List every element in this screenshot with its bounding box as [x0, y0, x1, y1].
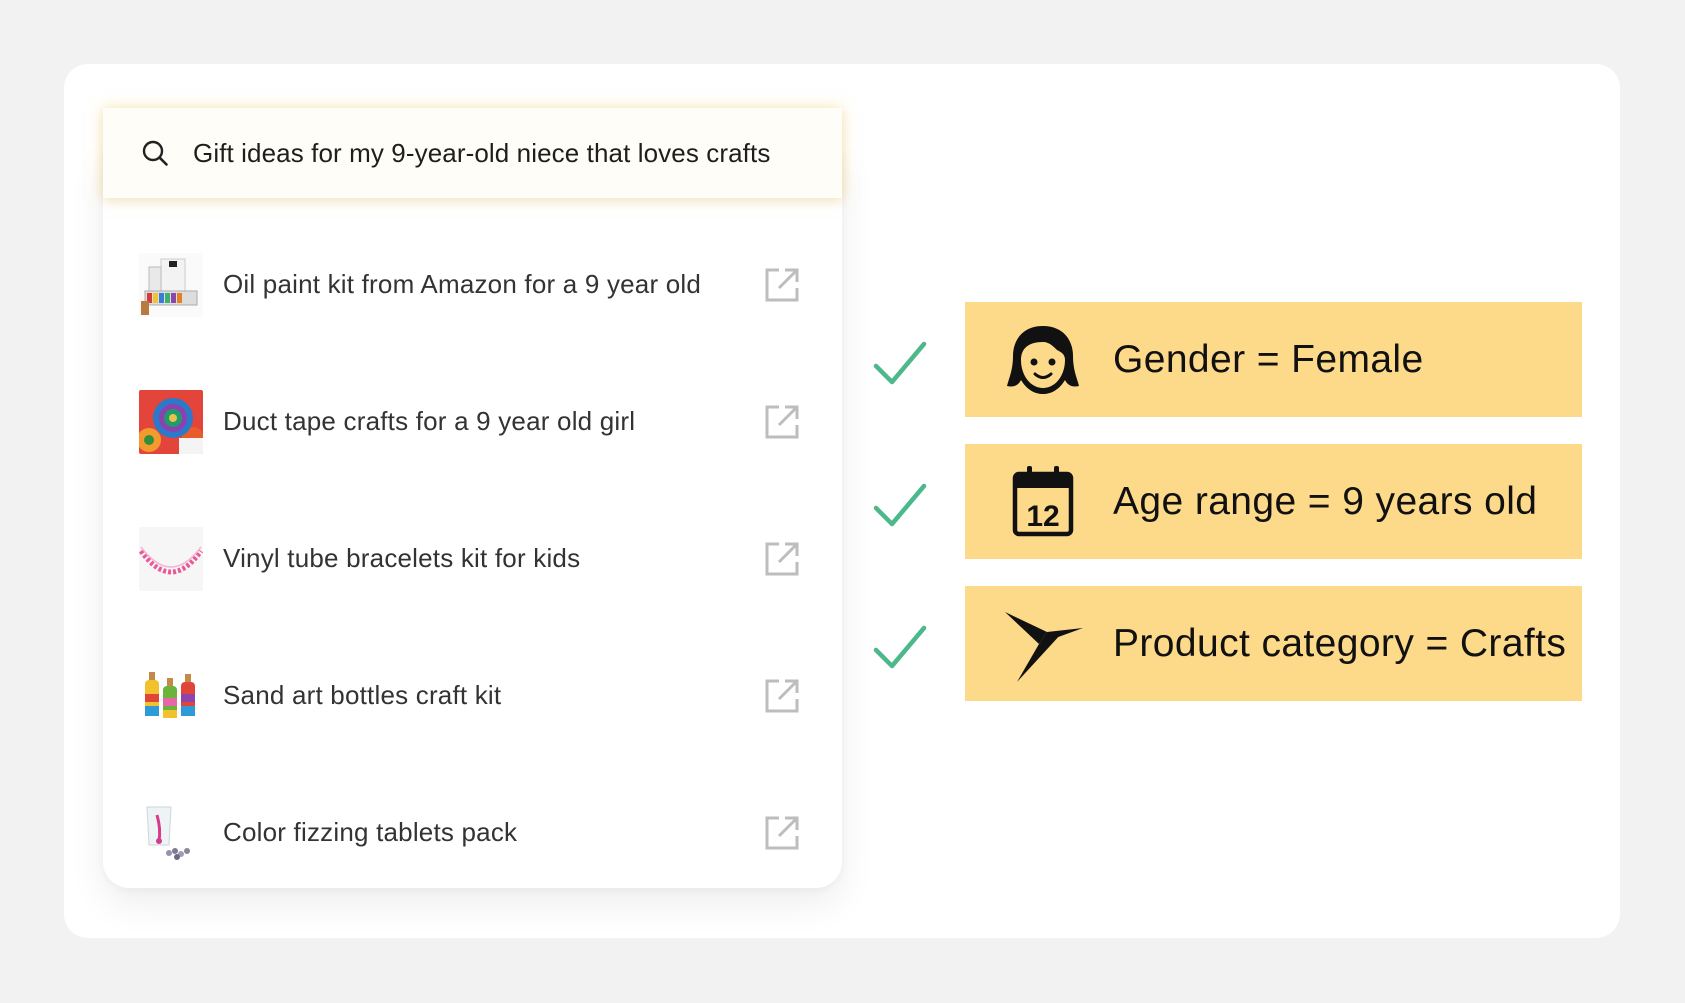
origami-bird-icon [1003, 604, 1083, 684]
result-label[interactable]: Oil paint kit from Amazon for a 9 year o… [223, 269, 701, 300]
attribute-category-text: Product category = Crafts [1113, 621, 1567, 665]
result-label[interactable]: Duct tape crafts for a 9 year old girl [223, 406, 635, 437]
external-link-icon[interactable] [763, 540, 801, 578]
external-link-icon[interactable] [763, 266, 801, 304]
bracelet-thumbnail [139, 526, 203, 591]
result-item-duct-tape-crafts[interactable]: Duct tape crafts for a 9 year old girl [103, 353, 842, 490]
girl-face-icon [1003, 320, 1083, 400]
result-label[interactable]: Vinyl tube bracelets kit for kids [223, 543, 580, 574]
attribute-gender-text: Gender = Female [1113, 337, 1424, 381]
results-list: Oil paint kit from Amazon for a 9 year o… [103, 216, 842, 901]
check-icon [872, 480, 928, 530]
attribute-product-category: Product category = Crafts [965, 586, 1582, 701]
result-item-vinyl-bracelets[interactable]: Vinyl tube bracelets kit for kids [103, 490, 842, 627]
result-label[interactable]: Sand art bottles craft kit [223, 680, 501, 711]
result-item-sand-art-bottles[interactable]: Sand art bottles craft kit [103, 627, 842, 764]
external-link-icon[interactable] [763, 403, 801, 441]
search-bar[interactable]: Gift ideas for my 9-year-old niece that … [103, 108, 842, 198]
external-link-icon[interactable] [763, 677, 801, 715]
result-label[interactable]: Color fizzing tablets pack [223, 817, 517, 848]
calendar-icon: 12 [1003, 462, 1083, 542]
calendar-day: 12 [1026, 500, 1059, 533]
check-icon [872, 622, 928, 672]
external-link-icon[interactable] [763, 814, 801, 852]
duct-tape-flower-thumbnail [139, 389, 203, 454]
attribute-gender: Gender = Female [965, 302, 1582, 417]
search-icon [141, 139, 169, 167]
fizzing-tablets-thumbnail [139, 800, 203, 865]
check-icon [872, 338, 928, 388]
oil-paint-kit-thumbnail [139, 252, 203, 317]
result-item-fizzing-tablets[interactable]: Color fizzing tablets pack [103, 764, 842, 901]
search-query[interactable]: Gift ideas for my 9-year-old niece that … [193, 138, 770, 169]
attribute-age-text: Age range = 9 years old [1113, 479, 1538, 523]
search-panel: Gift ideas for my 9-year-old niece that … [103, 108, 842, 888]
sand-art-bottles-thumbnail [139, 663, 203, 728]
attribute-age-range: 12 Age range = 9 years old [965, 444, 1582, 559]
result-item-oil-paint-kit[interactable]: Oil paint kit from Amazon for a 9 year o… [103, 216, 842, 353]
